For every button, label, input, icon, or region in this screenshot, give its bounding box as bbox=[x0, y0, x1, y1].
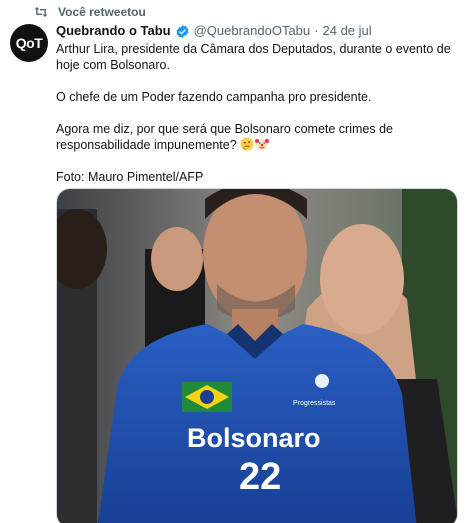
verified-badge-icon bbox=[175, 24, 190, 39]
tweet-text: Arthur Lira, presidente da Câmara dos De… bbox=[56, 41, 456, 185]
shirt-number: 22 bbox=[239, 456, 281, 498]
tweet-paragraph: Arthur Lira, presidente da Câmara dos De… bbox=[56, 42, 451, 72]
tweet-header: Quebrando o Tabu @QuebrandoOTabu · 24 de… bbox=[56, 22, 456, 40]
thinking-face-icon bbox=[240, 137, 254, 151]
author-handle[interactable]: @QuebrandoOTabu bbox=[194, 22, 311, 40]
separator-dot: · bbox=[314, 23, 319, 38]
author-name[interactable]: Quebrando o Tabu bbox=[56, 22, 171, 40]
tweet-paragraph: Foto: Mauro Pimentel/AFP bbox=[56, 170, 204, 184]
tweet-paragraph: Agora me diz, por que será que Bolsonaro… bbox=[56, 121, 456, 153]
tweet-paragraph-text: Agora me diz, por que será que Bolsonaro… bbox=[56, 122, 393, 152]
retweet-indicator: Você retweetou bbox=[34, 4, 146, 20]
tweet-photo[interactable]: Progressistas Bolsonaro 22 bbox=[56, 188, 458, 523]
clown-face-icon bbox=[255, 137, 270, 151]
avatar-text: QoT bbox=[15, 35, 43, 51]
retweet-icon bbox=[34, 6, 48, 18]
tweet-date[interactable]: 24 de jul bbox=[323, 22, 372, 40]
tweet-paragraph: O chefe de um Poder fazendo campanha pro… bbox=[56, 90, 372, 104]
logo-text: Progressistas bbox=[293, 400, 336, 407]
avatar[interactable]: QoT bbox=[10, 24, 48, 62]
shirt-text: Bolsonaro bbox=[187, 423, 321, 453]
retweet-label: Você retweetou bbox=[58, 5, 146, 19]
tweet-content: Quebrando o Tabu @QuebrandoOTabu · 24 de… bbox=[56, 22, 456, 201]
